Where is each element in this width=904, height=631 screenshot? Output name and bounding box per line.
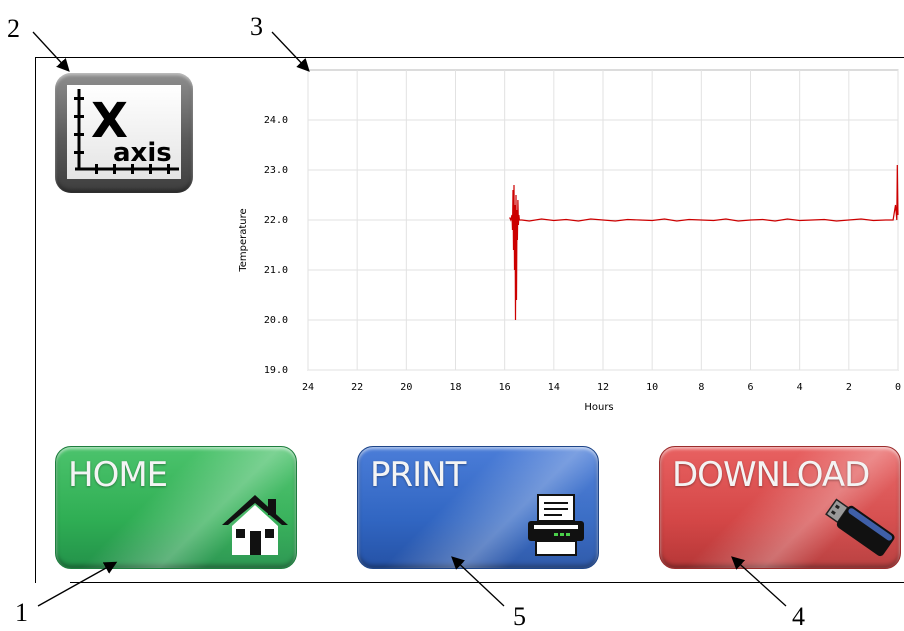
house-icon xyxy=(222,495,288,555)
printer-icon xyxy=(528,494,584,556)
usb-drive-icon xyxy=(825,498,895,557)
callout-4: 4 xyxy=(792,602,805,631)
x-tick-label: 12 xyxy=(597,382,609,393)
x-tick-label: 20 xyxy=(400,382,412,393)
print-button-label: PRINT xyxy=(370,455,466,495)
download-button[interactable]: DOWNLOAD xyxy=(659,446,901,569)
callout-2: 2 xyxy=(7,14,20,43)
x-axis-button[interactable]: X axis xyxy=(55,73,193,193)
print-button[interactable]: PRINT xyxy=(357,446,599,569)
x-tick-label: 14 xyxy=(548,382,560,393)
y-tick-label: 20.0 xyxy=(264,315,288,326)
x-tick-label: 6 xyxy=(747,382,753,393)
callout-3: 3 xyxy=(250,12,263,41)
y-tick-label: 19.0 xyxy=(264,365,288,376)
y-tick-label: 24.0 xyxy=(264,115,288,126)
callout-arrow-3 xyxy=(271,31,310,72)
x-tick-label: 24 xyxy=(302,382,314,393)
callout-5: 5 xyxy=(513,602,526,631)
home-button-label: HOME xyxy=(68,455,168,495)
callout-arrow-2 xyxy=(32,31,70,72)
x-tick-label: 0 xyxy=(895,382,901,393)
x-tick-label: 16 xyxy=(499,382,511,393)
y-tick-label: 22.0 xyxy=(264,215,288,226)
x-tick-label: 18 xyxy=(449,382,461,393)
home-button[interactable]: HOME xyxy=(55,446,297,569)
callout-arrow-1 xyxy=(37,561,118,607)
x-tick-label: 8 xyxy=(698,382,704,393)
y-tick-label: 23.0 xyxy=(264,165,288,176)
y-axis-label: Temperature xyxy=(238,208,249,272)
x-axis-icon: X axis xyxy=(67,85,181,179)
x-tick-label: 10 xyxy=(646,382,658,393)
y-tick-label: 21.0 xyxy=(264,265,288,276)
frame-left-border xyxy=(35,57,36,583)
x-axis-label: Hours xyxy=(584,402,613,413)
x-axis-word: axis xyxy=(113,138,172,168)
x-tick-label: 22 xyxy=(351,382,363,393)
frame-bottom-border xyxy=(70,582,904,583)
x-tick-label: 2 xyxy=(846,382,852,393)
x-tick-label: 4 xyxy=(797,382,803,393)
chart-svg: 24 22 20 18 16 14 12 10 8 6 4 2 019.020.021.022.023.… xyxy=(238,69,901,413)
callout-1: 1 xyxy=(15,598,28,627)
frame-top-border xyxy=(35,57,904,58)
download-button-label: DOWNLOAD xyxy=(672,455,870,495)
x-axis-glyph: X axis xyxy=(74,89,179,174)
temperature-chart: 24 22 20 18 16 14 12 10 8 6 4 2 0 19.0 20.0 21.0 22.0 23.… xyxy=(230,69,904,415)
